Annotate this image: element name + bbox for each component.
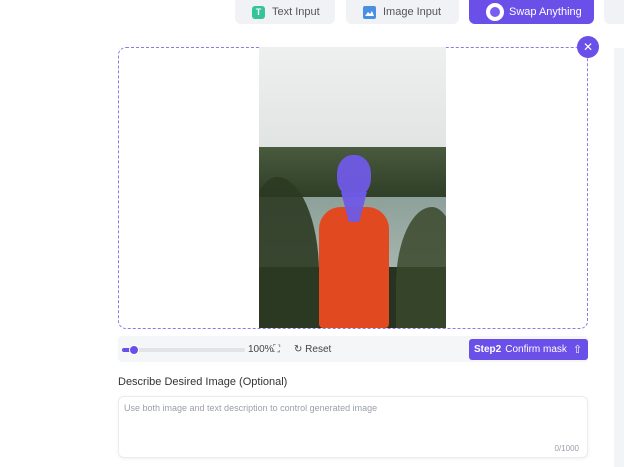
close-icon[interactable]: ✕ xyxy=(577,36,599,58)
image-input-icon xyxy=(363,5,376,19)
confirm-label: Confirm mask xyxy=(505,344,567,355)
uploaded-photo[interactable] xyxy=(259,47,446,328)
describe-input[interactable] xyxy=(119,397,587,457)
character-counter: 0/1000 xyxy=(554,444,579,453)
input-mode-tabs: T Text Input Image Input Swap Anything xyxy=(0,0,624,24)
upload-arrow-icon: ⇧ xyxy=(572,344,583,356)
tab-label: Swap Anything xyxy=(509,6,582,18)
describe-label: Describe Desired Image (Optional) xyxy=(118,376,288,388)
tab-swap-anything[interactable]: Swap Anything xyxy=(469,0,594,24)
reset-button[interactable]: ↻ Reset xyxy=(294,344,331,355)
selection-mask xyxy=(337,155,371,197)
tab-text-input[interactable]: T Text Input xyxy=(235,0,335,24)
tab-image-input[interactable]: Image Input xyxy=(346,0,459,24)
person-figure xyxy=(319,207,389,328)
tab-label: Image Input xyxy=(383,6,442,18)
swap-anything-icon xyxy=(486,3,504,21)
step-label: Step2 xyxy=(474,344,502,355)
zoom-slider-thumb[interactable] xyxy=(129,345,140,355)
zoom-value: 100% xyxy=(248,344,274,355)
confirm-mask-button[interactable]: Step2 Confirm mask ⇧ xyxy=(469,339,588,360)
fit-screen-icon[interactable]: ⛶ xyxy=(273,344,280,355)
describe-field: 0/1000 xyxy=(118,396,588,458)
reset-icon: ↻ xyxy=(294,344,303,355)
tab-more[interactable] xyxy=(604,0,624,24)
right-panel-edge xyxy=(614,48,624,467)
zoom-slider[interactable] xyxy=(122,345,245,355)
text-input-icon: T xyxy=(252,5,265,19)
tab-label: Text Input xyxy=(272,6,320,18)
